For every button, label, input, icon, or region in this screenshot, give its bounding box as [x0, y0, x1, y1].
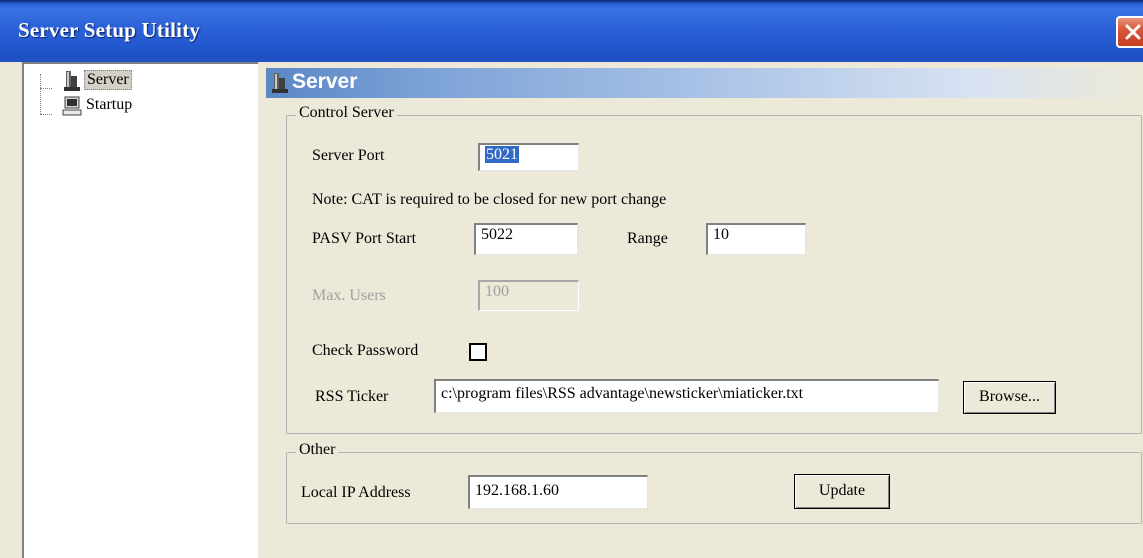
settings-tree[interactable]: Server Startup — [22, 62, 258, 558]
server-port-input[interactable]: 5021 — [478, 143, 579, 171]
local-ip-label: Local IP Address — [301, 484, 411, 501]
server-port-label: Server Port — [312, 147, 385, 164]
check-password-label: Check Password — [312, 342, 419, 359]
range-input[interactable]: 10 — [706, 223, 806, 255]
browse-button[interactable]: Browse... — [963, 381, 1056, 414]
control-server-legend: Control Server — [296, 104, 397, 122]
pasv-port-input[interactable]: 5022 — [474, 223, 578, 255]
server-icon — [272, 73, 288, 93]
check-password-checkbox[interactable] — [469, 343, 487, 361]
max-users-input: 100 — [478, 280, 579, 311]
panel-title: Server — [292, 70, 358, 93]
tree-item-label: Startup — [86, 96, 133, 113]
window-title: Server Setup Utility — [18, 18, 201, 42]
other-legend: Other — [296, 441, 339, 459]
rss-ticker-input[interactable]: c:\program files\RSS advantage\newsticke… — [434, 379, 939, 413]
server-port-value: 5021 — [485, 146, 519, 163]
rss-ticker-label: RSS Ticker — [315, 388, 389, 405]
max-users-label: Max. Users — [312, 287, 386, 304]
computer-icon — [62, 96, 82, 116]
pasv-port-label: PASV Port Start — [312, 230, 417, 247]
range-label: Range — [627, 230, 668, 247]
server-icon — [64, 71, 80, 91]
tree-item-label: Server — [84, 70, 132, 90]
other-group — [286, 452, 1142, 524]
panel-header — [266, 68, 1143, 98]
port-change-note: Note: CAT is required to be closed for n… — [312, 191, 667, 208]
update-button[interactable]: Update — [794, 474, 890, 509]
close-icon — [1125, 24, 1141, 40]
close-button[interactable] — [1116, 16, 1143, 48]
local-ip-input[interactable]: 192.168.1.60 — [468, 475, 648, 509]
